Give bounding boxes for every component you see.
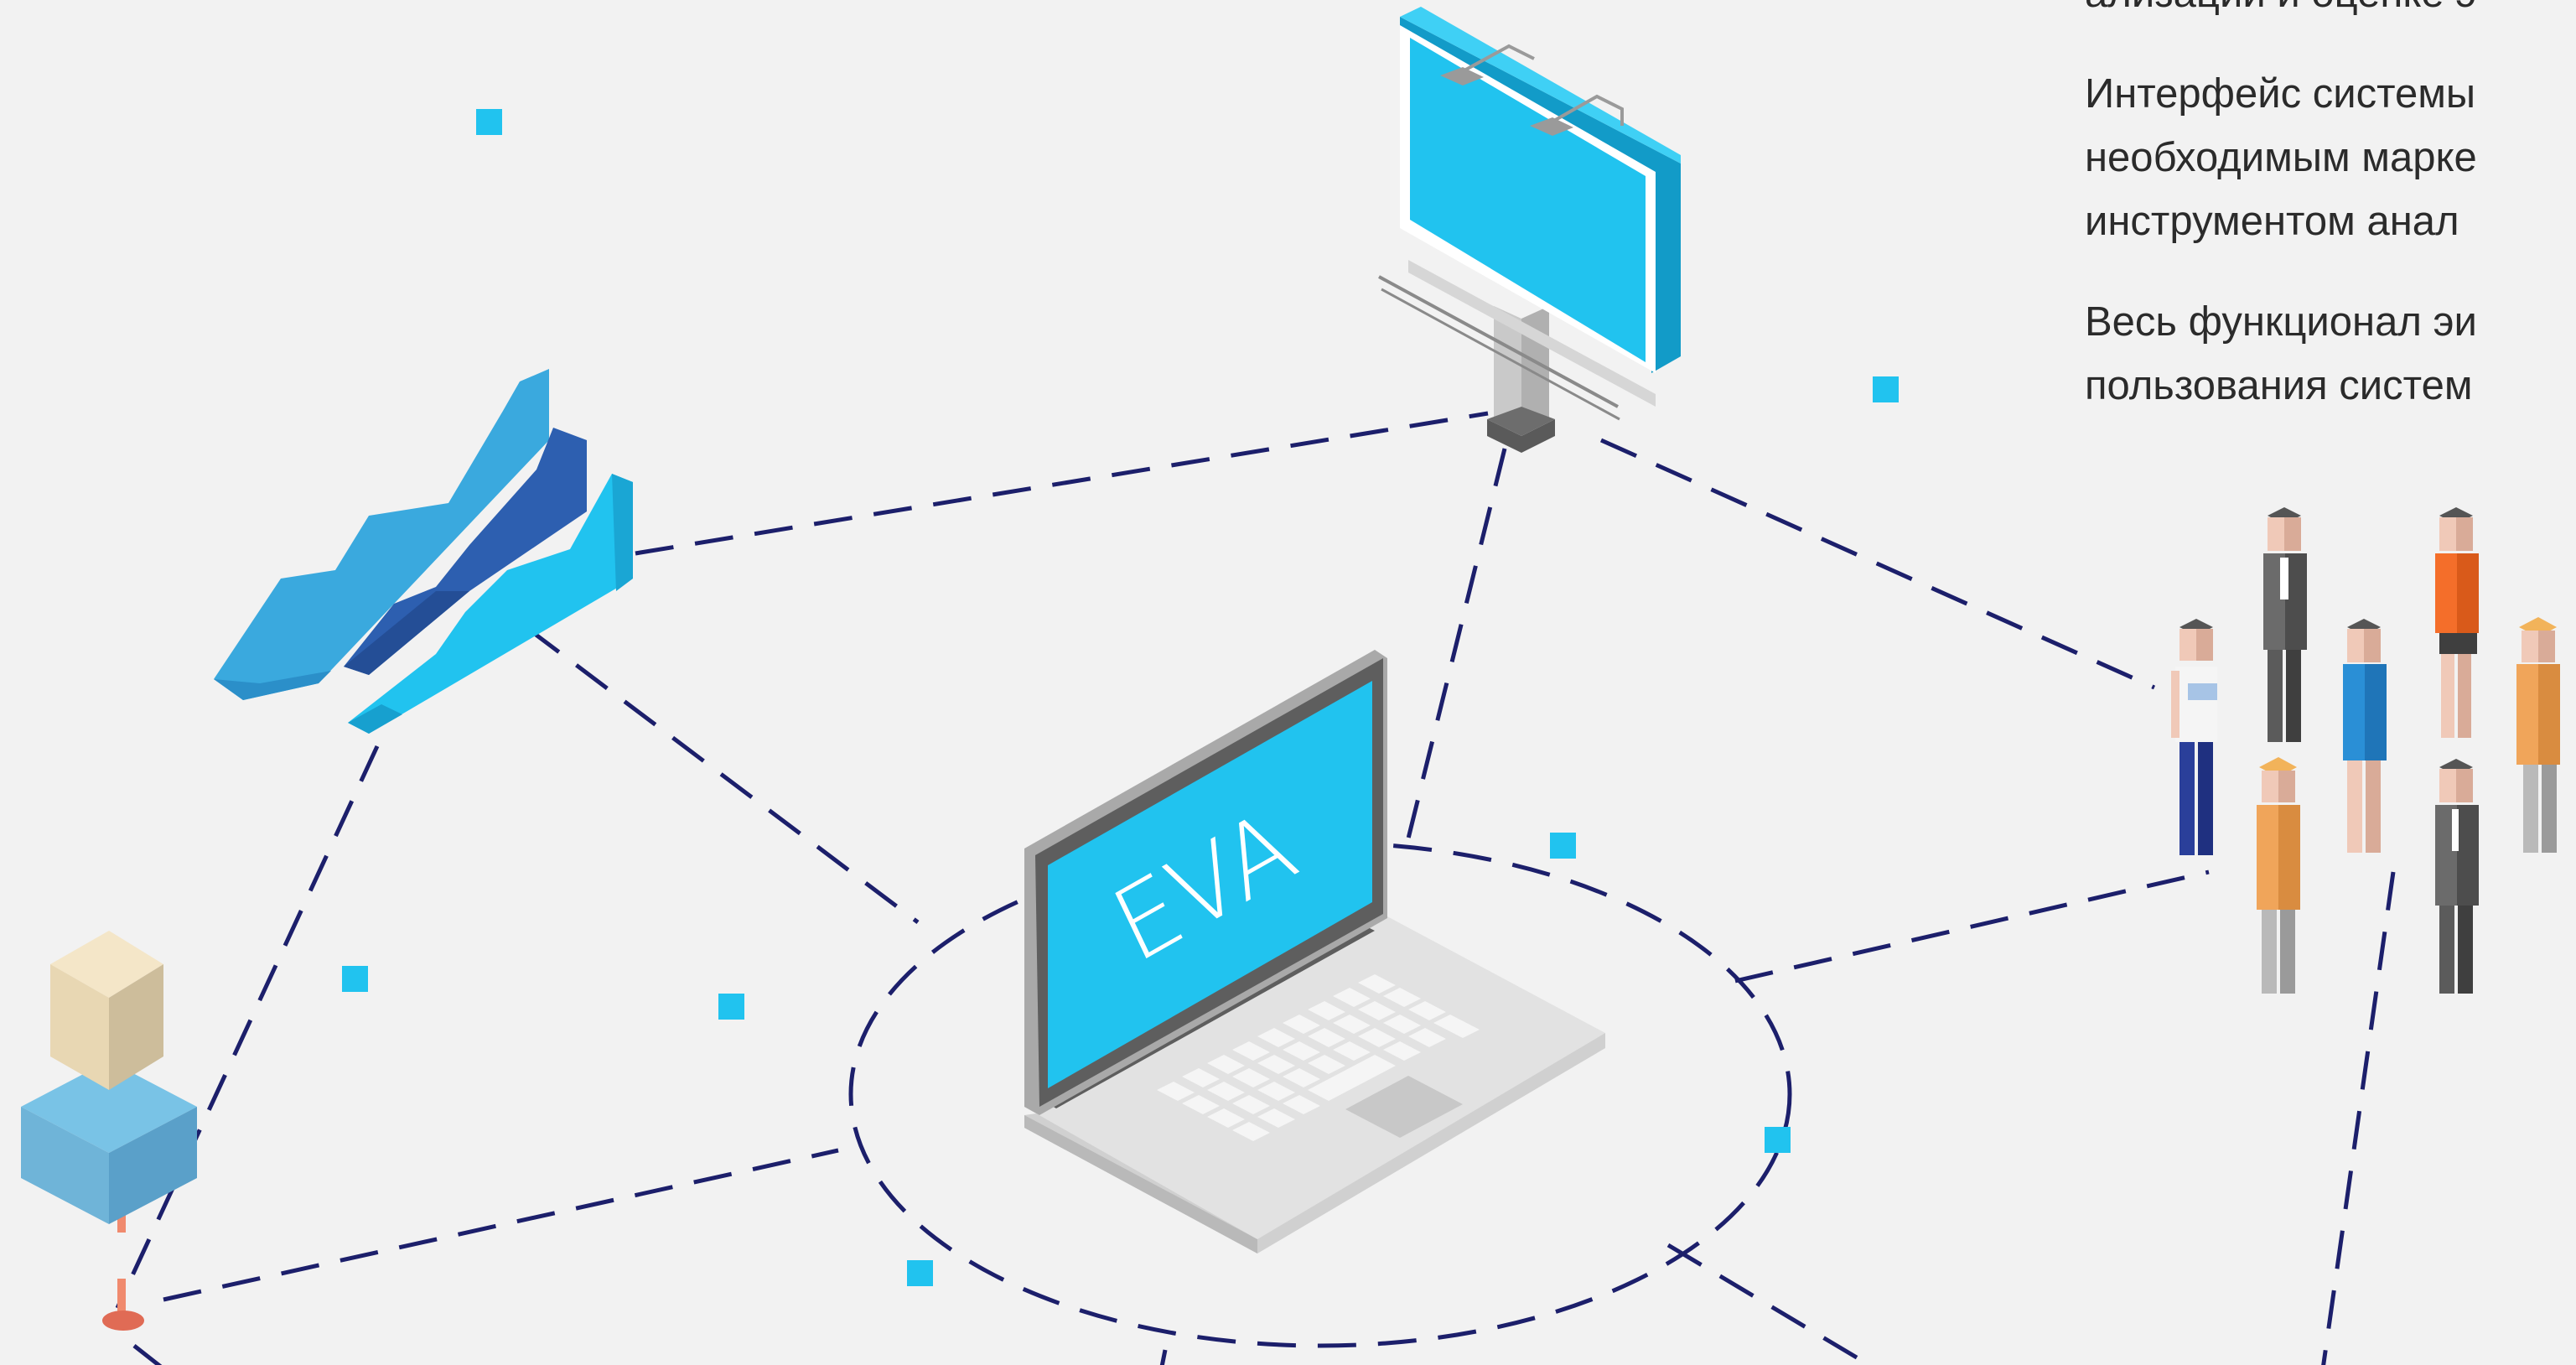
link-orbit-bottom [1159, 1349, 1168, 1365]
person-figure [2435, 507, 2479, 738]
person-figure [2343, 619, 2387, 853]
link-billboard-crowd [1599, 438, 2156, 690]
person-with-package-graphic [21, 931, 197, 1331]
square-6 [1765, 1127, 1791, 1153]
square-4 [342, 966, 368, 992]
square-7 [907, 1260, 933, 1286]
crowd-graphic [2171, 507, 2560, 994]
illustration-stage: EVA Интерфейс системы необходимым марке … [0, 0, 2576, 1365]
link-chart-billboard [635, 411, 1489, 556]
description-paragraph-3: Весь функционал эи пользования систем [2085, 290, 2576, 418]
text-line: инструментом анал [2085, 199, 2459, 244]
description-text: ализации и оценке э Интерфейс системы не… [2085, 0, 2576, 454]
billboard-graphic [1378, 7, 1681, 453]
area-chart-graphic [214, 369, 633, 734]
text-line: Весь функционал эи [2085, 299, 2477, 345]
link-crowd-bottom [2321, 871, 2396, 1365]
description-paragraph-1: ализации и оценке э [2085, 0, 2576, 25]
text-line: пользования систем [2085, 363, 2473, 408]
person-figure [2263, 507, 2307, 742]
square-3 [1550, 833, 1576, 859]
person-figure [2171, 619, 2217, 855]
square-1 [476, 109, 502, 135]
laptop-graphic: EVA [1024, 650, 1605, 1253]
link-person-orbit [163, 1148, 839, 1302]
person-figure [2435, 759, 2479, 994]
link-chart-laptop [526, 627, 920, 924]
square-2 [1873, 376, 1899, 402]
square-5 [718, 994, 744, 1020]
link-person-bottom [132, 1344, 163, 1365]
text-line: Интерфейс системы [2085, 71, 2476, 117]
person-figure [2516, 617, 2560, 853]
link-orbit-bottomright [1666, 1243, 1874, 1365]
description-paragraph-2: Интерфейс системы необходимым марке инст… [2085, 62, 2576, 253]
link-billboard-laptop [1406, 448, 1507, 839]
text-line: необходимым марке [2085, 135, 2477, 180]
person-figure [2257, 757, 2300, 994]
link-orbit-crowd [1734, 869, 2210, 984]
text-line: ализации и оценке э [2085, 0, 2576, 25]
